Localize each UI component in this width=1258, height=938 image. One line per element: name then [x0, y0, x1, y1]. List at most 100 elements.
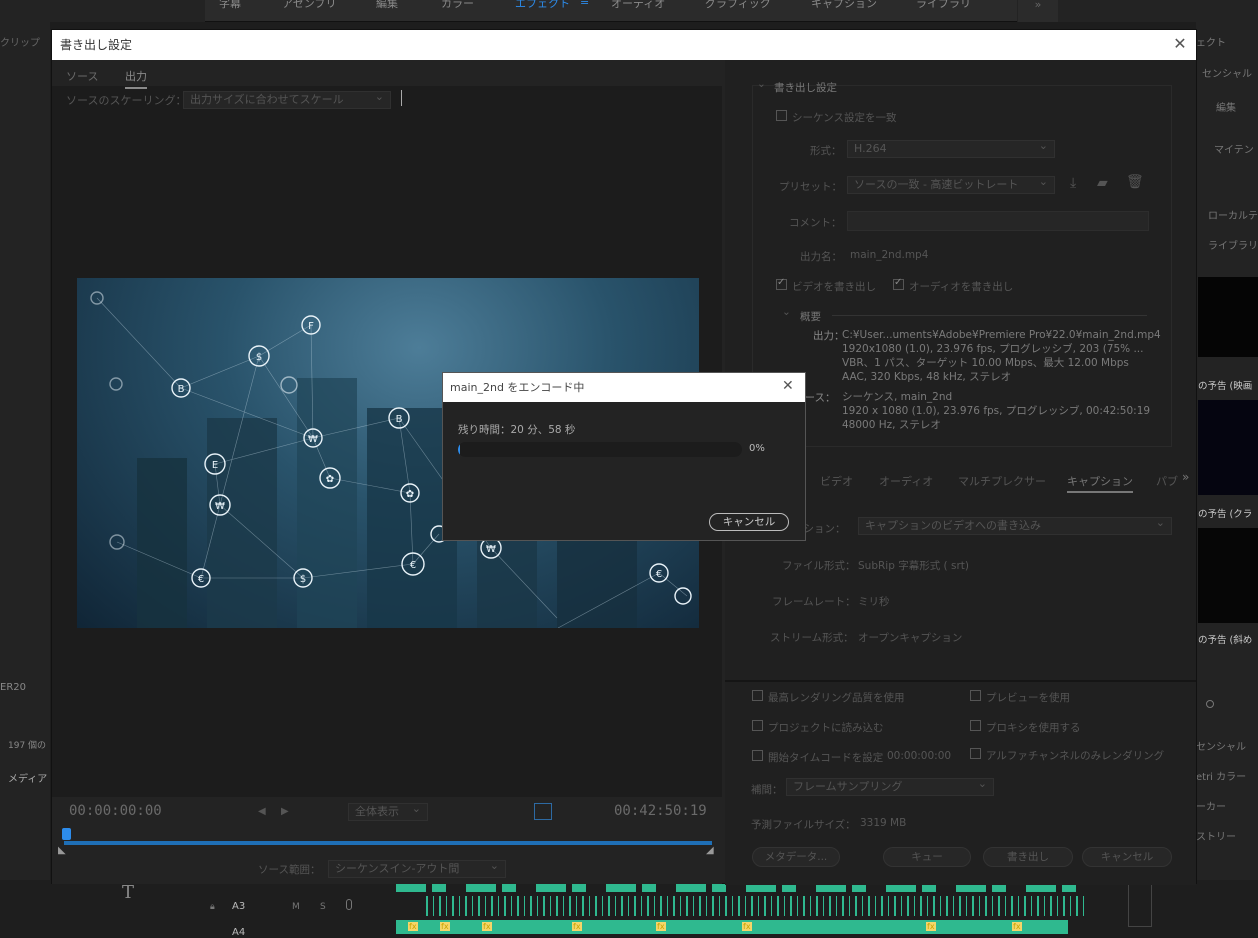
tab-audio[interactable]: オーディオ [879, 473, 933, 489]
preset-label: プリセット： [779, 181, 842, 193]
frame-rate-label: フレームレート： [772, 596, 856, 608]
workspace-overflow-icon[interactable]: » [1018, 0, 1058, 22]
timeline-track[interactable] [64, 841, 712, 845]
summary-collapse-icon[interactable]: ⌄ [782, 306, 791, 318]
mark-out-icon[interactable]: ▶ [281, 806, 289, 817]
panel-tab[interactable]: メディア [8, 770, 47, 785]
panel-tab[interactable]: 編集 [1216, 99, 1236, 114]
tab-video[interactable]: ビデオ [820, 473, 853, 489]
slider-handle-icon[interactable] [1206, 700, 1214, 708]
thumbnail[interactable] [1198, 528, 1258, 623]
type-tool-icon[interactable]: T [122, 882, 134, 903]
export-video-label: ビデオを書き出し [792, 281, 876, 293]
background-timeline: T 🔒︎ A3 A4 M S fx fx fx fx fx fx fx fx [0, 880, 1258, 938]
workspace-tab[interactable]: 字幕 [219, 0, 241, 11]
export-audio-checkbox[interactable] [893, 277, 904, 290]
download-preset-icon[interactable]: ⤓ [1070, 175, 1076, 191]
use-proxy-label: プロキシを使用する [986, 722, 1081, 734]
scaling-dropdown[interactable]: 出力サイズに合わせてスケール [183, 89, 391, 109]
close-icon[interactable]: ✕ [782, 378, 798, 396]
use-proxy-checkbox[interactable] [970, 720, 981, 731]
tab-multiplexer[interactable]: マルチプレクサー [958, 473, 1046, 489]
folder-icon[interactable]: ▰ [1097, 175, 1108, 191]
workspace-tab-active[interactable]: エフェクト [515, 0, 570, 11]
background-left-panel: クリップ ER20 197 個の メディア [0, 22, 50, 937]
max-render-quality-checkbox[interactable] [752, 690, 763, 701]
output-name-label: 出力名： [800, 251, 842, 263]
workspace-tab[interactable]: カラー [441, 0, 474, 11]
source-summary-line: 48000 Hz, ステレオ [842, 419, 941, 431]
playhead-handle[interactable] [62, 828, 71, 840]
aspect-icon[interactable] [534, 803, 552, 820]
tab-captions[interactable]: キャプション [1067, 473, 1133, 493]
tab-publish[interactable]: パブ [1156, 473, 1178, 489]
thumbnail[interactable] [1198, 400, 1258, 495]
dialog-title: 書き出し設定 [52, 30, 1196, 60]
workspace-tab[interactable]: ライブラリ [916, 0, 971, 11]
svg-text:$: $ [256, 352, 262, 363]
trash-icon[interactable]: 🗑︎ [1126, 174, 1144, 190]
frame-rate-value: ミリ秒 [858, 596, 890, 608]
out-point-icon[interactable]: ◢ [706, 845, 714, 856]
panel-label: etri カラー [1196, 772, 1247, 783]
mark-in-icon[interactable]: ◀ [258, 806, 266, 817]
format-dropdown[interactable]: H.264 [847, 138, 1055, 158]
workspace-tab[interactable]: オーディオ [611, 0, 665, 11]
preset-dropdown[interactable]: ソースの一致 - 高速ビットレート [847, 174, 1055, 194]
metadata-button[interactable]: メタデータ... [752, 847, 840, 867]
workspace-tab[interactable]: アセンブリ [282, 0, 336, 11]
workspace-tab[interactable]: 編集 [376, 0, 398, 11]
svg-text:€: € [198, 574, 204, 585]
svg-text:€: € [410, 560, 416, 571]
alpha-only-checkbox[interactable] [970, 748, 981, 759]
output-name-link[interactable]: main_2nd.mp4 [850, 249, 928, 261]
thumbnail-label: の予告 (斜め [1198, 635, 1253, 646]
fx-badge: fx [656, 922, 666, 931]
solo-button[interactable]: S [320, 902, 326, 912]
hamburger-icon[interactable]: ≡ [580, 0, 589, 8]
start-timecode-value[interactable]: 00:00:00:00 [887, 750, 951, 762]
export-video-checkbox[interactable] [776, 277, 787, 290]
format-label: 形式： [810, 145, 842, 157]
svg-text:E: E [212, 460, 218, 471]
export-button[interactable]: 書き出し [983, 847, 1073, 867]
lock-icon[interactable]: 🔒︎ [210, 902, 215, 912]
caption-option-dropdown[interactable]: キャプションのビデオへの書き込み [858, 515, 1172, 535]
current-timecode[interactable]: 00:00:00:00 [69, 803, 162, 819]
source-range-dropdown[interactable]: シーケンスイン-アウト間 [328, 858, 506, 878]
import-project-checkbox[interactable] [752, 720, 763, 731]
cancel-button[interactable]: キャンセル [1082, 847, 1172, 867]
svg-text:₩: ₩ [308, 434, 318, 445]
cancel-encode-button[interactable]: キャンセル [709, 513, 789, 531]
start-timecode-checkbox[interactable] [752, 750, 763, 761]
in-point-icon[interactable]: ◣ [58, 845, 66, 856]
interpolation-dropdown[interactable]: フレームサンプリング [786, 776, 994, 796]
fx-badge: fx [1012, 922, 1022, 931]
tabs-overflow-icon[interactable]: » [1182, 470, 1189, 484]
thumbnail[interactable] [1198, 277, 1258, 357]
workspace-tab[interactable]: キャプション [811, 0, 877, 11]
svg-text:✿: ✿ [406, 489, 414, 500]
tab-output[interactable]: 出力 [125, 68, 147, 89]
mic-icon[interactable] [346, 899, 352, 910]
mute-button[interactable]: M [292, 902, 300, 912]
svg-text:B: B [178, 384, 185, 395]
output-summary-label: 出力： [813, 330, 845, 342]
use-preview-checkbox[interactable] [970, 690, 981, 701]
panel-tab[interactable]: ER20 [0, 682, 26, 693]
close-icon[interactable]: ✕ [1170, 34, 1190, 54]
file-size-value: 3319 MB [860, 817, 907, 829]
match-sequence-checkbox[interactable] [776, 110, 787, 121]
queue-button[interactable]: キュー [883, 847, 971, 867]
collapse-icon[interactable]: ⌄ [757, 78, 766, 90]
interpolation-label: 補間： [751, 784, 783, 796]
comment-field[interactable] [847, 211, 1149, 231]
tab-source[interactable]: ソース [66, 68, 98, 84]
fx-badge: fx [408, 922, 418, 931]
audio-clips-a3[interactable] [396, 884, 1088, 892]
workspace-tab[interactable]: グラフィック [705, 0, 771, 11]
max-render-quality-label: 最高レンダリング品質を使用 [768, 692, 905, 704]
audio-clips-a3[interactable] [426, 896, 1088, 916]
audio-clips-a4[interactable] [396, 920, 1068, 934]
zoom-dropdown[interactable]: 全体表示 [348, 801, 428, 821]
